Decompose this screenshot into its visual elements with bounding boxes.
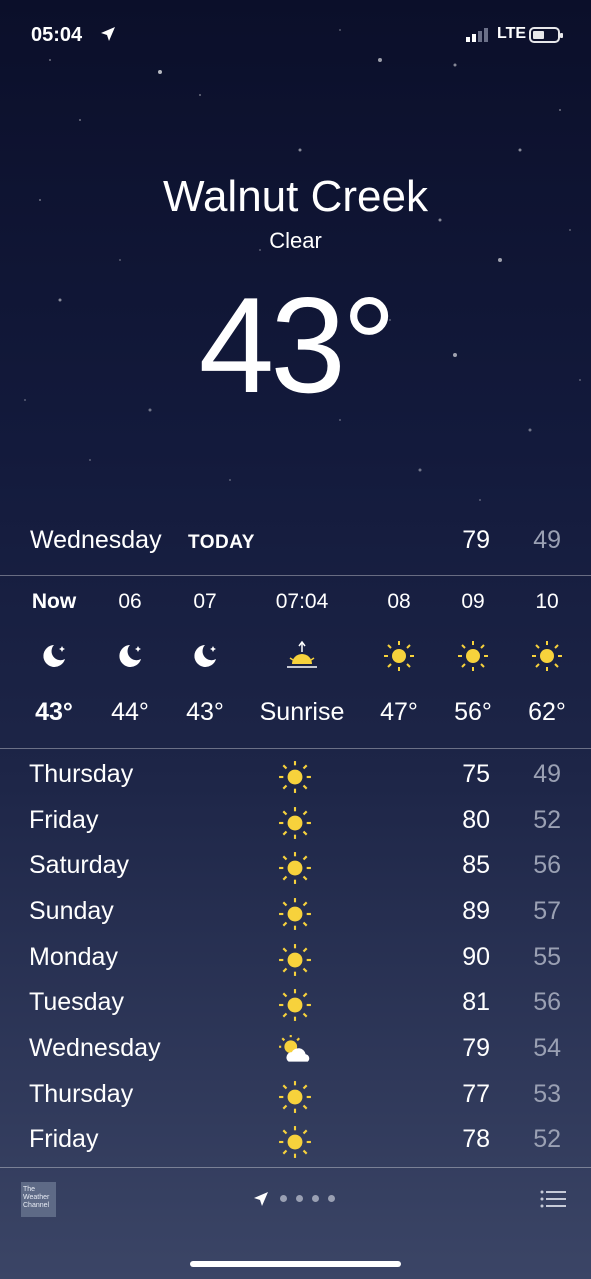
daily-row: Thursday 77 53 — [0, 1074, 591, 1120]
divider — [0, 575, 591, 576]
day-high: 89 — [462, 897, 490, 925]
page-dot — [280, 1195, 287, 1202]
daily-row: Friday 80 52 — [0, 800, 591, 846]
weather-channel-logo-button[interactable]: The Weather Channel — [21, 1182, 56, 1217]
city-name: Walnut Creek — [163, 172, 428, 221]
daily-row: Tuesday 81 56 — [0, 982, 591, 1028]
hour-label: 07 — [193, 590, 217, 613]
day-name: Tuesday — [29, 988, 124, 1016]
day-name: Friday — [29, 1125, 99, 1153]
hour-item: 10 62° — [507, 578, 587, 746]
sunrise-icon — [287, 640, 317, 668]
day-low: 57 — [533, 897, 561, 925]
weather-channel-logo-text: The Weather Channel — [23, 1186, 50, 1209]
today-low: 49 — [533, 526, 561, 554]
network-type: LTE — [497, 25, 527, 42]
day-name: Saturday — [29, 851, 130, 879]
page-dot — [296, 1195, 303, 1202]
sun-icon — [532, 641, 562, 671]
day-name: Friday — [29, 806, 99, 834]
day-name: Wednesday — [29, 1034, 161, 1062]
daily-row: Sunday 89 57 — [0, 891, 591, 937]
current-condition: Clear — [269, 228, 322, 253]
day-high: 77 — [462, 1080, 490, 1108]
hour-label: 07:04 — [275, 590, 329, 613]
day-high: 78 — [462, 1125, 490, 1153]
divider — [0, 748, 591, 749]
daily-row: Thursday 75 49 — [0, 754, 591, 800]
sun-icon — [384, 641, 414, 671]
day-low: 49 — [533, 760, 561, 788]
hour-label: Now — [31, 590, 77, 613]
divider — [0, 1167, 591, 1168]
current-location-icon — [254, 1192, 268, 1206]
hourly-forecast[interactable]: Now 43° 06 44° 07 43° 07:04 Sunrise 08 4… — [0, 578, 591, 746]
today-high: 79 — [462, 526, 490, 554]
sun-icon — [279, 1081, 311, 1113]
partly-cloudy-icon — [279, 1035, 310, 1062]
day-high: 85 — [462, 851, 490, 879]
hour-item: 07 43° — [165, 578, 245, 746]
sun-icon — [279, 852, 311, 884]
hour-label: 06 — [118, 590, 142, 613]
day-name: Monday — [29, 943, 118, 971]
day-high: 75 — [462, 760, 490, 788]
day-name: Thursday — [29, 760, 134, 788]
signal-strength-icon — [466, 28, 488, 42]
day-low: 54 — [533, 1034, 561, 1062]
day-low: 55 — [533, 943, 561, 971]
hour-label: 08 — [387, 590, 411, 613]
home-indicator[interactable] — [190, 1261, 401, 1267]
today-summary: Wednesday TODAY 79 49 — [0, 520, 591, 564]
status-time: 05:04 — [31, 24, 83, 46]
page-dot — [312, 1195, 319, 1202]
moon-icon — [119, 645, 141, 667]
day-name: Sunday — [29, 897, 114, 925]
battery-icon — [529, 27, 563, 43]
sun-icon — [279, 898, 311, 930]
sun-icon — [279, 807, 311, 839]
sun-icon — [458, 641, 488, 671]
hour-label: 09 — [461, 590, 485, 613]
page-dot — [328, 1195, 335, 1202]
hour-item: 07:04 Sunrise — [260, 578, 345, 746]
moon-icon — [43, 645, 65, 667]
day-low: 53 — [533, 1080, 561, 1108]
day-low: 56 — [533, 851, 561, 879]
current-temperature: 43° — [198, 269, 397, 421]
day-low: 52 — [533, 806, 561, 834]
sun-icon — [279, 989, 311, 1021]
daily-row: Friday 78 52 — [0, 1119, 591, 1165]
day-high: 90 — [462, 943, 490, 971]
daily-row: Wednesday 79 54 — [0, 1028, 591, 1074]
day-low: 56 — [533, 988, 561, 1016]
city-list-icon[interactable] — [540, 1189, 566, 1209]
today-tag: TODAY — [188, 532, 255, 553]
hour-label: 10 — [535, 590, 559, 613]
sun-icon — [279, 944, 311, 976]
day-name: Thursday — [29, 1080, 134, 1108]
daily-row: Monday 90 55 — [0, 937, 591, 983]
day-low: 52 — [533, 1125, 561, 1153]
daily-row: Saturday 85 56 — [0, 845, 591, 891]
moon-icon — [194, 645, 216, 667]
sun-icon — [279, 761, 311, 793]
status-bar: 05:04 LTE — [0, 22, 591, 50]
day-high: 81 — [462, 988, 490, 1016]
location-arrow-icon — [101, 27, 115, 41]
today-day: Wednesday — [30, 526, 162, 554]
sun-icon — [279, 1126, 311, 1158]
day-high: 79 — [462, 1034, 490, 1062]
day-high: 80 — [462, 806, 490, 834]
hour-temp: 62° — [528, 698, 566, 726]
